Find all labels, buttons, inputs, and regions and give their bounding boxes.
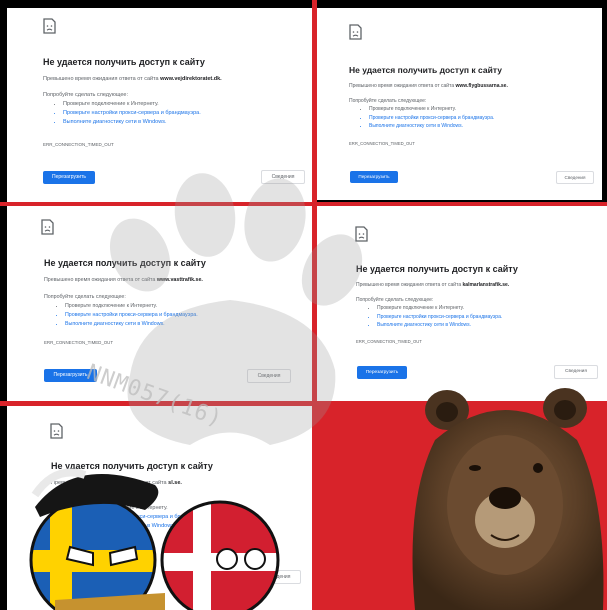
suggestions-list: Проверьте подключение к Интернету. Прове… — [51, 100, 201, 127]
suggestion-run-diagnostics-link[interactable]: Выполните диагностику сети в Windows. — [369, 122, 494, 131]
bear-image — [412, 388, 604, 610]
error-title: Не удается получить доступ к сайту — [349, 65, 502, 75]
suggestions-label: Попробуйте сделать следующее: — [43, 92, 128, 98]
sad-page-icon — [50, 423, 63, 439]
sad-page-icon — [349, 24, 362, 40]
sad-page-icon — [41, 219, 54, 235]
suggestion-run-diagnostics-link[interactable]: Выполните диагностику сети в Windows. — [377, 321, 502, 330]
error-title: Не удается получить доступ к сайту — [356, 264, 518, 274]
suggestion-check-connection: Проверьте подключение к Интернету. — [377, 304, 502, 313]
timeout-message: Превышено время ожидания ответа от сайта… — [43, 76, 222, 82]
timeout-message: Превышено время ожидания ответа от сайта… — [349, 83, 508, 89]
suggestion-check-proxy-link[interactable]: Проверьте настройки прокси-сервера и бра… — [377, 313, 502, 322]
sad-page-icon — [43, 18, 56, 34]
suggestions-list: Проверьте подключение к Интернету. Прове… — [365, 304, 502, 330]
error-title: Не удается получить доступ к сайту — [43, 57, 205, 67]
suggestion-check-connection: Проверьте подключение к Интернету. — [63, 100, 201, 109]
error-code: ERR_CONNECTION_TIMED_OUT — [43, 142, 114, 147]
suggestion-run-diagnostics-link[interactable]: Выполните диагностику сети в Windows. — [63, 118, 201, 127]
suggestion-check-connection: Проверьте подключение к Интернету. — [369, 105, 494, 114]
suggestion-check-proxy-link[interactable]: Проверьте настройки прокси-сервера и бра… — [369, 114, 494, 123]
suggestion-check-proxy-link[interactable]: Проверьте настройки прокси-сервера и бра… — [63, 109, 201, 118]
countryballs-image — [29, 468, 280, 610]
bear-paw-watermark — [109, 173, 363, 445]
suggestions-label: Попробуйте сделать следующее: — [349, 98, 427, 104]
suggestions-list: Проверьте подключение к Интернету. Прове… — [357, 105, 494, 131]
error-code: ERR_CONNECTION_TIMED_OUT — [349, 141, 415, 146]
details-button[interactable]: Сведения — [556, 171, 594, 184]
